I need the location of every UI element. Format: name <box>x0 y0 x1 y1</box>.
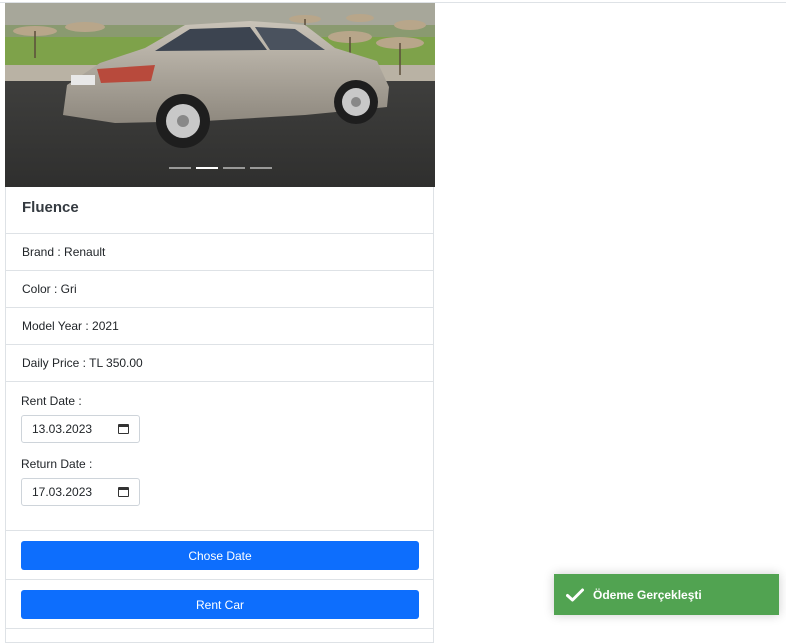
rent-date-label: Rent Date : <box>21 394 82 408</box>
carousel-indicator-2[interactable] <box>195 167 218 169</box>
success-toast[interactable]: Ödeme Gerçekleşti <box>554 574 779 615</box>
chose-date-button[interactable]: Chose Date <box>21 541 419 570</box>
rental-date-form: Rent Date : 13.03.2023 Return Date : 17.… <box>6 382 433 531</box>
car-photo <box>5 3 435 187</box>
toast-message: Ödeme Gerçekleşti <box>593 587 702 602</box>
car-color-item: Color : Gri <box>6 271 433 308</box>
return-date-label: Return Date : <box>21 457 93 471</box>
return-date-input[interactable]: 17.03.2023 <box>21 478 140 506</box>
car-daily-price-item: Daily Price : TL 350.00 <box>6 345 433 382</box>
car-image-carousel[interactable] <box>5 3 435 187</box>
car-model-year-item: Model Year : 2021 <box>6 308 433 345</box>
carousel-indicator-3[interactable] <box>222 167 245 169</box>
rent-car-button[interactable]: Rent Car <box>21 590 419 619</box>
calendar-icon[interactable] <box>118 487 129 497</box>
car-name-title: Fluence <box>6 187 433 234</box>
car-brand-item: Brand : Renault <box>6 234 433 271</box>
rent-date-input[interactable]: 13.03.2023 <box>21 415 140 443</box>
calendar-icon[interactable] <box>118 424 129 434</box>
carousel-indicator-1[interactable] <box>168 167 191 169</box>
check-icon <box>566 588 584 601</box>
rent-car-row: Rent Car <box>6 580 433 629</box>
rent-date-value: 13.03.2023 <box>32 422 93 436</box>
return-date-value: 17.03.2023 <box>32 485 93 499</box>
chose-date-row: Chose Date <box>6 531 433 580</box>
carousel-indicator-4[interactable] <box>249 167 272 169</box>
carousel-indicators <box>5 167 435 169</box>
car-detail-card: Fluence Brand : Renault Color : Gri Mode… <box>5 3 435 643</box>
